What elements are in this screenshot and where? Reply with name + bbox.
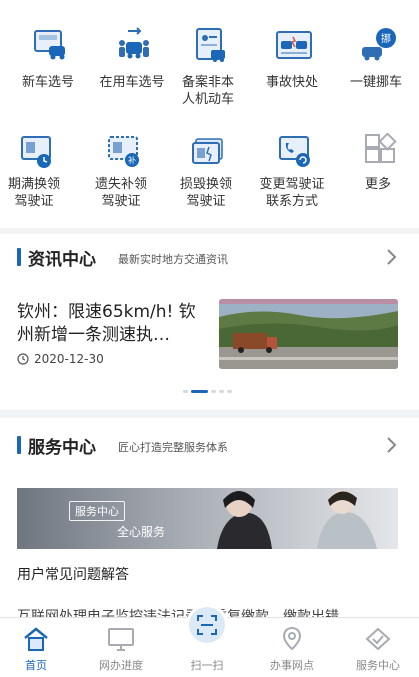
license-lost-icon: 补	[108, 136, 139, 167]
news-date: 2020-12-30	[17, 352, 104, 366]
carousel-dot[interactable]	[183, 390, 188, 393]
scan-icon	[197, 615, 217, 635]
service-label: 新车选号	[21, 75, 74, 90]
tab-label: 扫一扫	[190, 659, 224, 672]
more-icon	[365, 133, 397, 163]
service-label: 一键挪车	[349, 75, 402, 90]
service-label: 事故快处	[265, 75, 318, 90]
news-title: 资讯中心	[28, 250, 96, 270]
service-label-line2: 人机动车	[181, 92, 234, 107]
faq-link[interactable]: 用户常见问题解答	[17, 564, 129, 584]
section-accent-bar	[17, 436, 21, 454]
carousel-dot[interactable]	[227, 390, 232, 393]
home-icon	[24, 627, 48, 651]
clock-icon	[17, 353, 29, 365]
service-label: 在用车选号	[99, 75, 165, 90]
chevron-right-icon[interactable]	[381, 247, 401, 267]
service-label: 变更驾驶证	[259, 177, 325, 192]
service-handshake-icon	[365, 627, 391, 651]
section-accent-bar	[17, 248, 21, 266]
tab-home[interactable]: 首页	[0, 618, 78, 677]
svg-text:补: 补	[128, 155, 136, 165]
service-used-car-plate[interactable]: 在用车选号	[90, 27, 174, 97]
move-car-icon: 挪	[362, 28, 396, 61]
tab-service-center[interactable]: 服务中心	[336, 618, 419, 677]
service-new-car-plate[interactable]: 新车选号	[6, 27, 90, 97]
non-motor-vehicle-icon	[196, 28, 225, 62]
tab-progress[interactable]: 网办进度	[79, 618, 163, 677]
news-subtitle: 最新实时地方交通资讯	[118, 253, 228, 266]
scan-button[interactable]	[189, 607, 225, 643]
tab-label: 服务中心	[356, 659, 400, 672]
license-renew-icon	[21, 136, 51, 168]
accident-report-icon	[276, 31, 312, 59]
service-label-line2: 驾驶证	[101, 194, 141, 209]
news-headline[interactable]: 钦州：限速65km/h! 钦州新增一条测速执…	[17, 301, 212, 347]
news-center: 资讯中心 最新实时地方交通资讯 钦州：限速65km/h! 钦州新增一条测速执… …	[0, 234, 419, 410]
service-center-subtitle: 匠心打造完整服务体系	[118, 441, 228, 454]
carousel-dot[interactable]	[219, 390, 224, 393]
tab-label: 首页	[25, 659, 47, 672]
tab-service-points[interactable]: 办事网点	[250, 618, 334, 677]
service-label-line2: 驾驶证	[14, 194, 54, 209]
service-non-motor-vehicle[interactable]: 备案非本 人机动车	[166, 27, 250, 112]
service-license-damaged[interactable]: 损毁换领 驾驶证	[164, 133, 248, 213]
service-move-car[interactable]: 挪 一键挪车	[334, 27, 418, 97]
service-label: 期满换领	[7, 177, 60, 192]
service-license-contact[interactable]: 变更驾驶证 联系方式	[250, 133, 334, 213]
carousel-dot[interactable]	[211, 390, 216, 393]
carousel-dots	[183, 390, 232, 393]
license-contact-icon	[279, 136, 310, 167]
service-banner[interactable]: 服务中心 全心服务	[17, 488, 398, 549]
news-header[interactable]: 资讯中心 最新实时地方交通资讯	[0, 234, 419, 280]
news-photo	[219, 299, 398, 369]
used-car-plate-icon	[119, 27, 149, 59]
location-pin-icon	[282, 626, 302, 651]
service-label-line2: 驾驶证	[186, 194, 226, 209]
banner-text: 全心服务	[117, 525, 166, 539]
svg-text:挪: 挪	[381, 32, 391, 45]
service-more[interactable]: 更多	[336, 133, 419, 193]
chevron-right-icon[interactable]	[381, 435, 401, 455]
tab-label: 网办进度	[99, 659, 143, 672]
banner-badge: 服务中心	[69, 501, 125, 521]
news-date-text: 2020-12-30	[34, 352, 104, 366]
new-car-plate-icon	[34, 30, 65, 60]
service-label: 遗失补领	[94, 177, 147, 192]
service-label-line2: 联系方式	[265, 194, 318, 209]
service-label: 损毁换领	[179, 177, 232, 192]
service-label: 备案非本	[181, 75, 234, 90]
tab-label: 办事网点	[270, 659, 314, 672]
news-thumbnail[interactable]	[219, 299, 398, 369]
service-center-title: 服务中心	[28, 438, 96, 458]
carousel-dot-active[interactable]	[191, 390, 208, 393]
service-grid: 新车选号 在用车选号 备案非本 人机动车 事故快处 挪 一键挪车 期满换领 驾驶…	[0, 0, 419, 228]
license-damaged-icon	[192, 138, 223, 164]
service-license-lost[interactable]: 补 遗失补领驾驶证	[79, 133, 163, 213]
service-center-header[interactable]: 服务中心 匠心打造完整服务体系	[0, 422, 419, 468]
service-label: 更多	[364, 177, 391, 192]
service-accident-report[interactable]: 事故快处	[250, 27, 334, 97]
monitor-icon	[108, 628, 134, 651]
service-center: 服务中心 匠心打造完整服务体系 服务中心 全心服务 用户常见问题解答 互联网处理…	[0, 418, 419, 618]
service-license-renew[interactable]: 期满换领 驾驶证	[0, 133, 76, 213]
